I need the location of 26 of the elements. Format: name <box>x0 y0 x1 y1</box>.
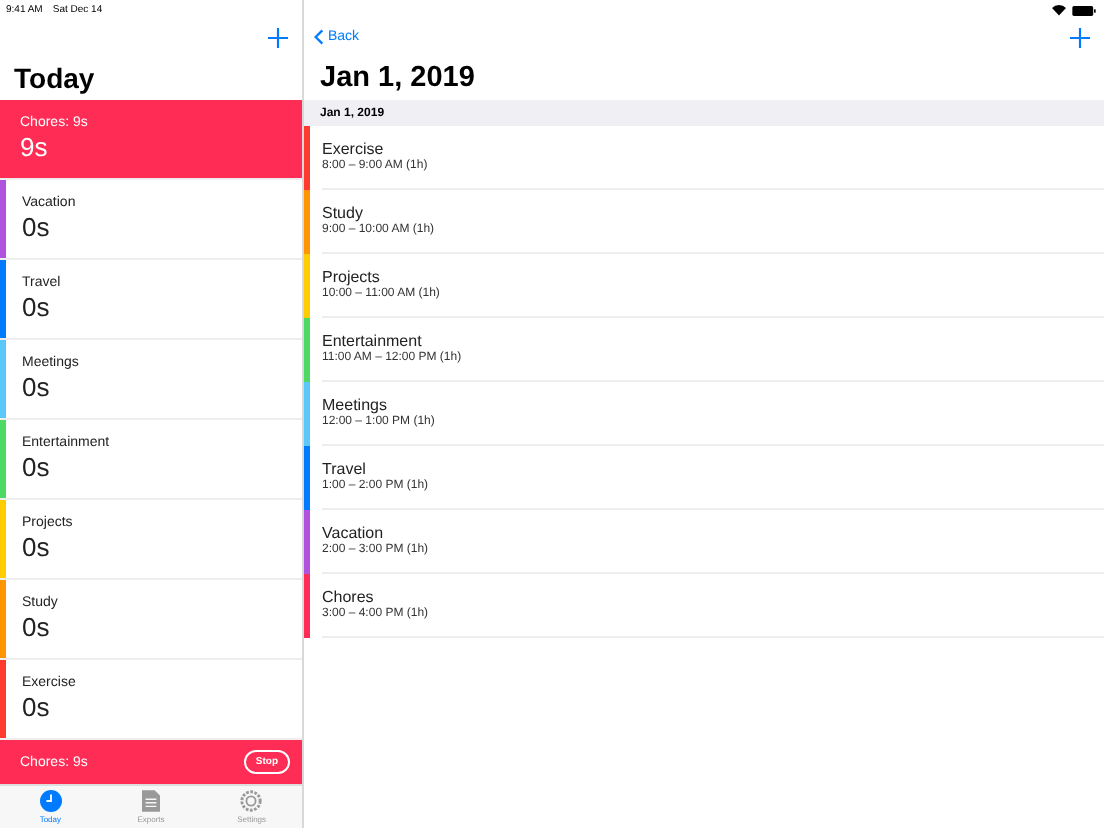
add-icon[interactable] <box>268 27 288 47</box>
elapsed-time: 0s <box>22 612 52 642</box>
elapsed-time: 0s <box>22 452 52 482</box>
elapsed-time: 0s <box>22 212 52 242</box>
elapsed-time: 0s <box>22 292 52 322</box>
chevron-left-icon <box>314 28 324 46</box>
document-icon <box>141 790 160 812</box>
settings-icon <box>240 790 263 812</box>
add-icon[interactable] <box>1070 27 1090 47</box>
entry-name: Exercise <box>322 140 386 158</box>
entry-name: Study <box>322 204 365 222</box>
entry-name: Meetings <box>322 396 389 414</box>
page-title: Jan 1, 2019 <box>318 59 477 97</box>
clock-icon <box>39 790 62 812</box>
wifi-icon <box>1052 4 1066 16</box>
elapsed-time: 0s <box>22 692 52 722</box>
elapsed-time: 0s <box>22 532 52 562</box>
battery-icon <box>1072 5 1096 15</box>
elapsed-time: 0s <box>22 372 52 402</box>
entry-name: Entertainment <box>322 332 424 350</box>
entry-name: Vacation <box>322 524 386 542</box>
elapsed-time: 9s <box>20 132 50 162</box>
entry-name: Chores <box>322 588 376 606</box>
entry-name: Travel <box>322 460 368 478</box>
entry-name: Projects <box>322 268 382 286</box>
page-title: Today <box>12 59 97 98</box>
